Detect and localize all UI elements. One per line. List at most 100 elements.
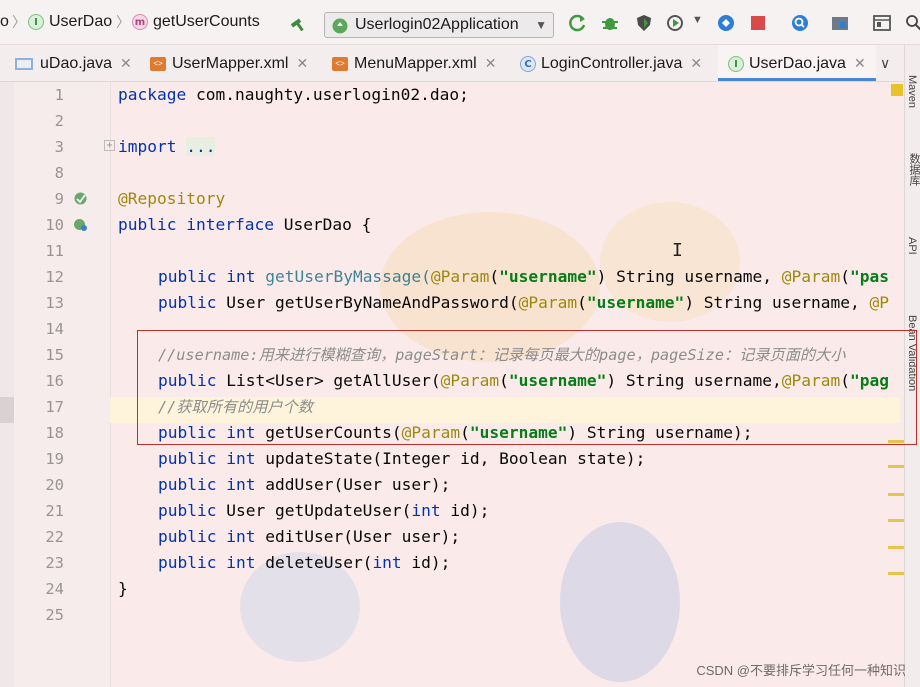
- code-line-21: public User getUpdateUser(int id);: [158, 501, 490, 520]
- spring-bean-icon[interactable]: [73, 191, 88, 206]
- code-line-24: }: [118, 579, 128, 598]
- error-stripe-marker[interactable]: [888, 546, 904, 549]
- database-tool-window[interactable]: 数据库: [906, 153, 920, 186]
- code-line-23: public int deleteUser(int id);: [158, 553, 451, 572]
- analysis-status-icon[interactable]: [891, 84, 903, 96]
- red-annotation-box: [137, 330, 917, 445]
- code-line-13: public User getUserByNameAndPassword(@Pa…: [158, 293, 889, 312]
- breadcrumb-separator-icon: 〉: [12, 14, 26, 30]
- breadcrumb-interface-label: UserDao: [49, 13, 113, 30]
- line-number: 3: [54, 138, 64, 156]
- stop-icon[interactable]: [748, 13, 768, 33]
- run-configuration-dropdown[interactable]: Userlogin02Application ▼: [324, 12, 554, 38]
- error-stripe-marker[interactable]: [888, 493, 904, 496]
- xml-file-icon: <>: [150, 56, 166, 71]
- error-stripe-marker[interactable]: [888, 465, 904, 468]
- tab-label: MenuMapper.xml: [354, 55, 477, 72]
- debug-bug-icon[interactable]: [600, 13, 620, 33]
- tab-label: UserDao.java: [749, 55, 846, 72]
- line-number: 1: [54, 86, 64, 104]
- code-line-22: public int editUser(User user);: [158, 527, 461, 546]
- left-tool-strip: [0, 82, 14, 687]
- project-structure-icon[interactable]: [830, 13, 850, 33]
- spring-boot-icon: [332, 18, 348, 34]
- code-editor[interactable]: 1 2 3 8 9 10 11 12 13 14 15 16 17 18 19 …: [0, 82, 917, 687]
- tab-label: LoginController.java: [541, 55, 683, 72]
- folded-imports[interactable]: ...: [186, 137, 216, 156]
- code-line-3: import ...: [118, 137, 216, 156]
- watermark: CSDN @不要排斥学习任何一种知识: [696, 663, 906, 678]
- editor-tab-bar: uDao.java ✕ <> UserMapper.xml ✕ <> MenuMappe…: [0, 45, 904, 82]
- line-number: 25: [45, 606, 64, 624]
- jrebel-icon[interactable]: [716, 13, 736, 33]
- line-number: 8: [54, 164, 64, 182]
- build-hammer-icon[interactable]: [288, 13, 308, 33]
- error-stripe-marker[interactable]: [888, 440, 904, 443]
- code-line-9: @Repository: [118, 189, 226, 208]
- error-stripe-marker[interactable]: [888, 519, 904, 522]
- line-number: 16: [45, 372, 64, 390]
- profiler-icon[interactable]: [666, 13, 686, 33]
- close-icon[interactable]: ✕: [296, 55, 308, 71]
- line-number: 24: [45, 580, 64, 598]
- error-stripe-marker[interactable]: [888, 572, 904, 575]
- line-number: 12: [45, 268, 64, 286]
- maven-tool-window[interactable]: Maven: [906, 75, 918, 108]
- line-number-gutter: 1 2 3 8 9 10 11 12 13 14 15 16 17 18 19 …: [14, 82, 115, 687]
- line-number: 9: [54, 190, 64, 208]
- breadcrumb-interface[interactable]: I UserDao: [28, 11, 112, 33]
- interface-icon: I: [728, 55, 744, 72]
- text-cursor-icon: I: [672, 240, 683, 261]
- search-icon[interactable]: [904, 13, 920, 33]
- java-file-icon: [15, 57, 33, 70]
- code-line-1: package com.naughty.userlogin02.dao;: [118, 85, 469, 104]
- breadcrumb-method-label: getUserCounts: [153, 13, 260, 30]
- line-number: 18: [45, 424, 64, 442]
- window-layout-icon[interactable]: [872, 13, 892, 33]
- chevron-down-icon[interactable]: ∨: [880, 45, 890, 81]
- code-line-19: public int updateState(Integer id, Boole…: [158, 449, 646, 468]
- search-everywhere-icon[interactable]: [790, 13, 810, 33]
- interface-icon: I: [28, 13, 44, 30]
- tab-logincontroller-java[interactable]: C LoginController.java ✕: [520, 45, 702, 81]
- line-number: 19: [45, 450, 64, 468]
- code-line-12: public int getUserByMassage(@Param("user…: [158, 267, 890, 286]
- tab-usermapper-xml[interactable]: <> UserMapper.xml ✕: [150, 45, 308, 81]
- code-line-10: public interface UserDao {: [118, 215, 372, 234]
- class-icon: C: [520, 55, 536, 72]
- breadcrumb-separator-icon: 〉: [116, 14, 130, 30]
- line-number: 10: [45, 216, 64, 234]
- line-number: 17: [45, 398, 64, 416]
- implementation-marker-icon[interactable]: [73, 217, 88, 232]
- chevron-down-icon: ▼: [535, 18, 547, 32]
- breadcrumb-method[interactable]: m getUserCounts: [132, 11, 260, 33]
- line-number: 14: [45, 320, 64, 338]
- chevron-down-icon[interactable]: ▼: [692, 14, 703, 26]
- close-icon[interactable]: ✕: [485, 55, 497, 71]
- line-number: 13: [45, 294, 64, 312]
- rerun-icon[interactable]: [568, 13, 588, 33]
- close-icon[interactable]: ✕: [690, 55, 702, 71]
- line-number: 22: [45, 528, 64, 546]
- tab-udao-java[interactable]: uDao.java ✕: [14, 45, 132, 81]
- line-number: 15: [45, 346, 64, 364]
- coverage-shield-icon[interactable]: [634, 13, 654, 33]
- line-number: 21: [45, 502, 64, 520]
- line-number: 20: [45, 476, 64, 494]
- line-number: 23: [45, 554, 64, 572]
- tab-userdao-java[interactable]: I UserDao.java ✕: [718, 45, 876, 81]
- code-line-20: public int addUser(User user);: [158, 475, 451, 494]
- run-configuration-label: Userlogin02Application: [355, 16, 519, 33]
- tab-menumapper-xml[interactable]: <> MenuMapper.xml ✕: [332, 45, 496, 81]
- method-icon: m: [132, 13, 148, 30]
- navigation-bar: o 〉 I UserDao 〉 m getUserCounts Userlogin0…: [0, 0, 920, 45]
- tab-label: UserMapper.xml: [172, 55, 289, 72]
- tab-label: uDao.java: [40, 55, 113, 72]
- api-tool-window[interactable]: API: [906, 237, 918, 255]
- xml-file-icon: <>: [332, 56, 348, 71]
- line-number: 11: [45, 242, 64, 260]
- line-number: 2: [54, 112, 64, 130]
- close-icon[interactable]: ✕: [120, 55, 132, 71]
- breadcrumb-package[interactable]: o: [0, 11, 9, 33]
- close-icon[interactable]: ✕: [854, 55, 866, 71]
